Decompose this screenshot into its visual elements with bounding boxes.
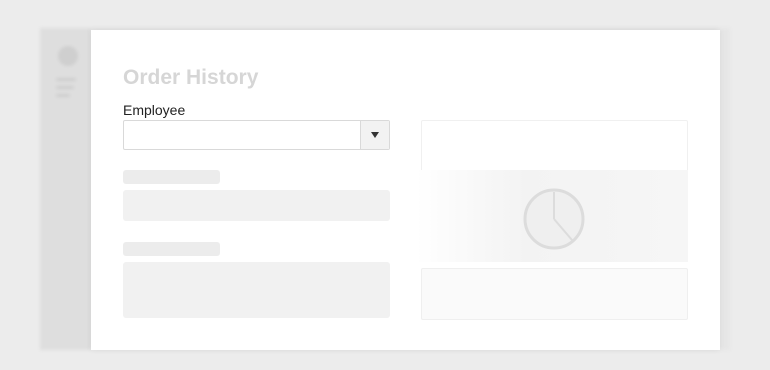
employee-select[interactable] <box>123 120 390 150</box>
employee-label: Employee <box>123 102 186 118</box>
employee-select-toggle[interactable] <box>360 121 389 149</box>
background-sidebar-item <box>56 94 70 97</box>
order-history-panel: Order History Employee <box>91 30 720 350</box>
skeleton-chart-header <box>421 120 688 172</box>
background-sidebar-item <box>56 86 74 89</box>
caret-down-icon <box>371 132 379 138</box>
background-logo-icon <box>58 46 78 66</box>
skeleton-label <box>123 170 220 184</box>
panel-title: Order History <box>123 66 259 89</box>
skeleton-label <box>123 242 220 256</box>
skeleton-chart-legend <box>421 268 688 320</box>
pie-chart-icon <box>523 188 585 250</box>
background-sidebar-item <box>56 78 76 81</box>
background-sidebar <box>40 28 90 350</box>
skeleton-field <box>123 190 390 221</box>
skeleton-textarea <box>123 262 390 318</box>
